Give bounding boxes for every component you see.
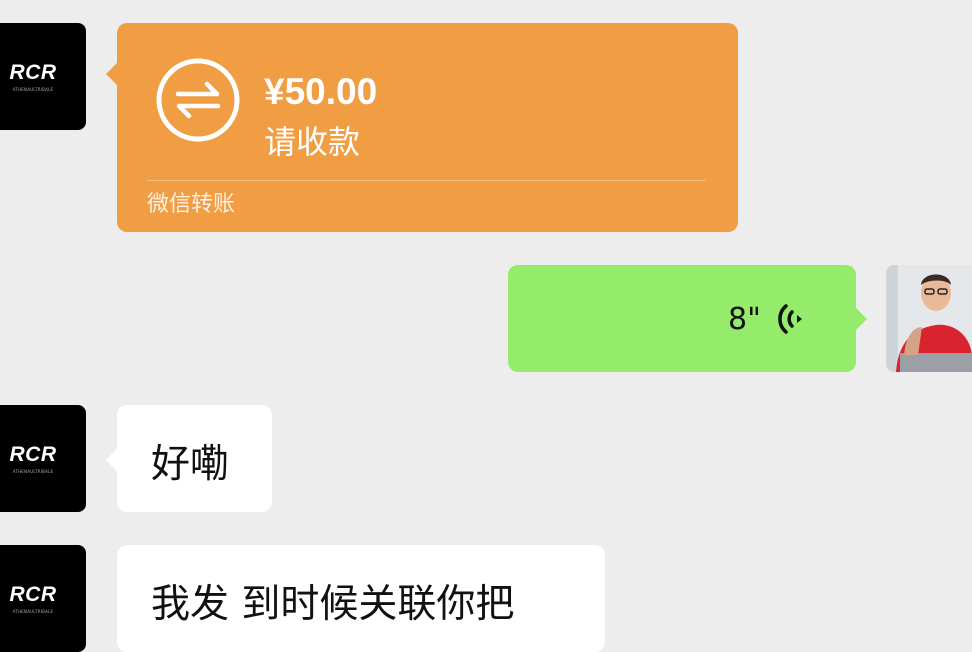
text-message[interactable]: 我发 到时候关联你把 xyxy=(117,545,605,652)
text-message[interactable]: 好嘞 xyxy=(106,405,272,512)
transfer-footer: 微信转账 xyxy=(147,192,236,217)
voice-duration: 8" xyxy=(728,302,761,337)
avatar-tagline: ATHENAULTRIBALE xyxy=(12,469,54,474)
transfer-arrows-icon xyxy=(156,58,240,142)
message-text: 我发 到时候关联你把 xyxy=(151,582,515,627)
avatar-logo: RCR xyxy=(9,61,57,84)
message-text: 好嘞 xyxy=(151,442,230,487)
my-avatar[interactable] xyxy=(886,265,972,372)
contact-avatar[interactable]: RCR ATHENAULTRIBALE xyxy=(0,405,86,512)
voice-message[interactable]: 8" xyxy=(508,265,867,372)
transfer-status: 请收款 xyxy=(264,123,361,161)
transfer-amount: ¥50.00 xyxy=(264,71,378,112)
transfer-message[interactable]: ¥50.00 请收款 微信转账 xyxy=(106,23,738,232)
transfer-divider xyxy=(147,180,706,181)
avatar-tagline: ATHENAULTRIBALE xyxy=(12,609,54,614)
avatar-logo: RCR xyxy=(9,583,57,606)
contact-avatar[interactable]: RCR ATHENAULTRIBALE xyxy=(0,545,86,652)
voice-wave-icon xyxy=(778,304,802,334)
user-photo-icon xyxy=(886,265,972,372)
avatar-tagline: ATHENAULTRIBALE xyxy=(12,87,54,92)
avatar-logo: RCR xyxy=(9,443,57,466)
contact-avatar[interactable]: RCR ATHENAULTRIBALE xyxy=(0,23,86,130)
